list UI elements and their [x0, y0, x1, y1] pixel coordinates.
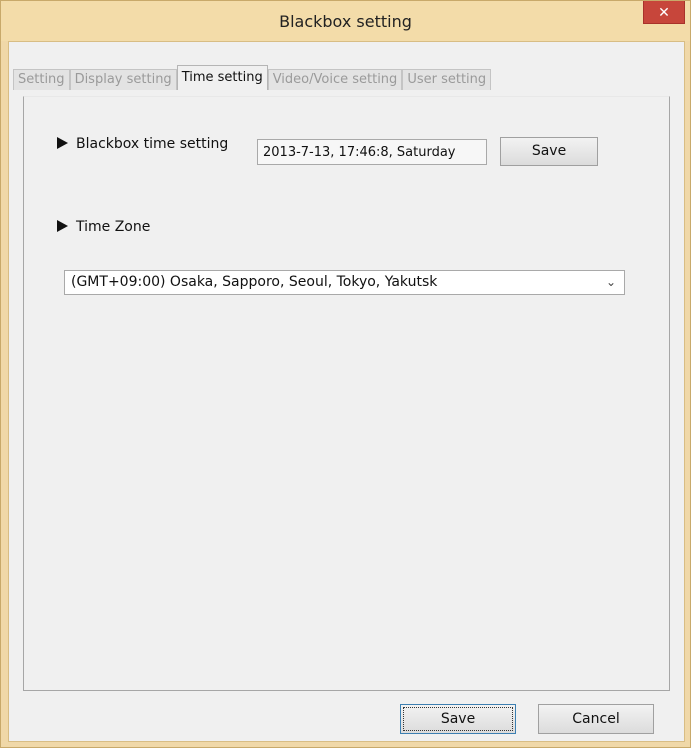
tab-video-voice-setting[interactable]: Video/Voice setting — [267, 69, 403, 90]
tab-setting[interactable]: Setting — [13, 69, 70, 90]
window-title: Blackbox setting — [279, 12, 412, 31]
close-button[interactable]: ✕ — [643, 1, 685, 24]
tab-user-setting[interactable]: User setting — [402, 69, 492, 90]
time-setting-panel: Blackbox time setting 2013-7-13, 17:46:8… — [23, 96, 670, 691]
title-bar[interactable]: Blackbox setting ✕ — [1, 1, 690, 41]
triangle-right-icon — [57, 137, 68, 149]
save-button[interactable]: Save — [400, 704, 516, 734]
time-zone-heading: Time Zone — [57, 219, 150, 235]
chevron-down-icon[interactable]: ⌄ — [606, 271, 616, 294]
tab-display-setting[interactable]: Display setting — [69, 69, 177, 90]
tab-bar: Setting Display setting Time setting Video/… — [13, 65, 492, 90]
save-time-button[interactable]: Save — [500, 137, 598, 166]
client-area: Setting Display setting Time setting Video/… — [8, 41, 685, 742]
time-zone-label: Time Zone — [76, 219, 151, 235]
tab-time-setting[interactable]: Time setting — [176, 65, 268, 90]
cancel-button[interactable]: Cancel — [538, 704, 654, 734]
close-icon: ✕ — [658, 4, 670, 20]
blackbox-time-heading: Blackbox time setting — [57, 136, 228, 152]
triangle-right-icon — [57, 220, 68, 232]
time-zone-value: (GMT+09:00) Osaka, Sapporo, Seoul, Tokyo… — [71, 274, 438, 290]
blackbox-time-field[interactable]: 2013-7-13, 17:46:8, Saturday — [257, 139, 487, 165]
blackbox-time-label: Blackbox time setting — [76, 136, 229, 152]
time-zone-select[interactable]: (GMT+09:00) Osaka, Sapporo, Seoul, Tokyo… — [64, 270, 625, 295]
dialog-window: Blackbox setting ✕ Setting Display settin… — [0, 0, 691, 748]
